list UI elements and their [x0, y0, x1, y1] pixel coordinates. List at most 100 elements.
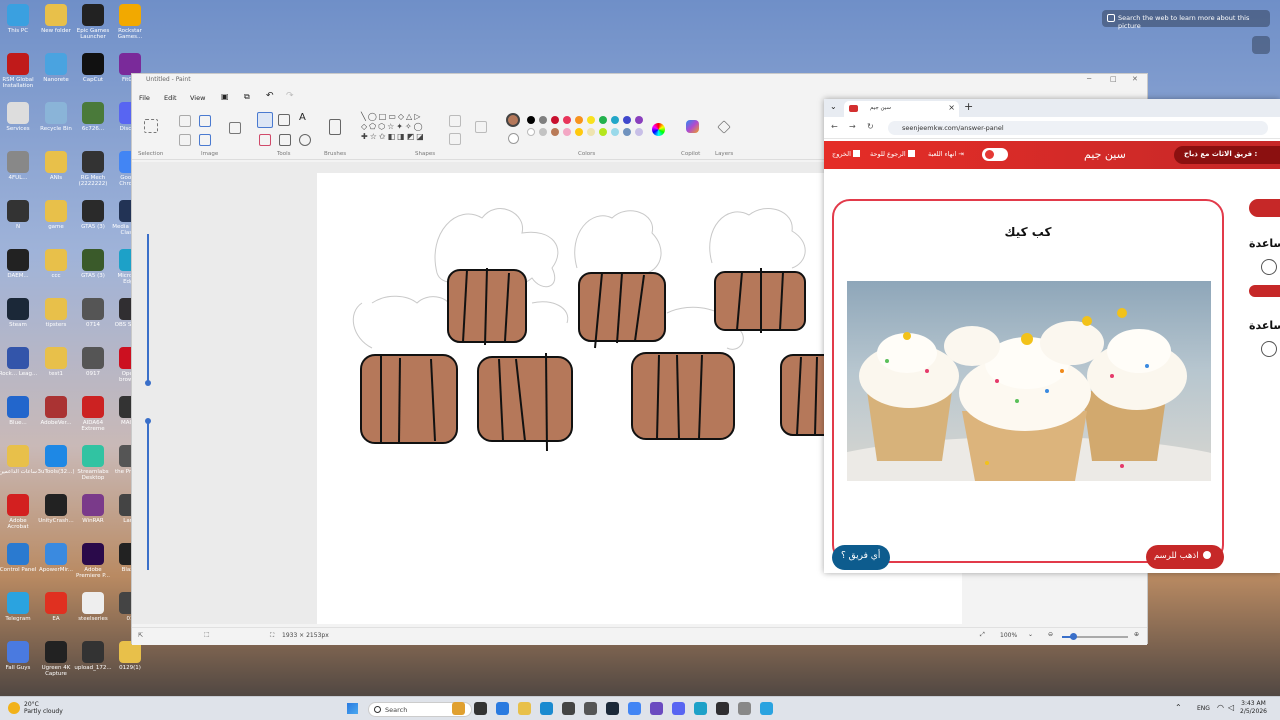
minimize-button[interactable]: ─	[1087, 75, 1091, 83]
desktop-icon[interactable]: GTA5 (3)	[73, 200, 113, 230]
desktop-icon[interactable]: game	[36, 200, 76, 230]
eraser-icon[interactable]	[259, 134, 271, 146]
resize-icon[interactable]	[199, 115, 211, 127]
fill-icon[interactable]	[278, 114, 290, 126]
menu-edit[interactable]: Edit	[164, 94, 177, 102]
palette-swatch[interactable]	[599, 128, 607, 136]
forward-icon[interactable]: →	[849, 122, 856, 131]
palette-swatch[interactable]	[587, 116, 595, 124]
desktop-icon[interactable]: 6c726...	[73, 102, 113, 132]
side-team-pill[interactable]	[1249, 199, 1280, 217]
taskbar-app-icon[interactable]	[738, 702, 751, 715]
taskbar-app-icon[interactable]	[628, 702, 641, 715]
desktop-icon[interactable]: steelseries	[73, 592, 113, 622]
desktop-icon[interactable]: Rock... Leag...	[0, 347, 38, 377]
desktop-icon[interactable]: New folder	[36, 4, 76, 34]
tab-close-icon[interactable]: ×	[948, 103, 955, 112]
palette-swatch[interactable]	[563, 116, 571, 124]
tray-chevron-icon[interactable]: ⌃	[1175, 703, 1182, 712]
desktop-icon[interactable]: Blue...	[0, 396, 38, 426]
taskbar-app-icon[interactable]	[540, 702, 553, 715]
desktop-icon[interactable]: ApowerMir...	[36, 543, 76, 573]
menu-view[interactable]: View	[190, 94, 205, 102]
desktop-icon[interactable]: Steam	[0, 298, 38, 328]
visual-search-bar[interactable]: Search the web to learn more about this …	[1102, 10, 1270, 30]
side-team-pill-2[interactable]	[1249, 285, 1280, 297]
address-bar[interactable]: seenjeemkw.com/answer-panel	[888, 121, 1268, 135]
wifi-icon[interactable]: ◠	[1217, 703, 1224, 712]
secondary-color-swatch[interactable]	[508, 133, 519, 144]
clock[interactable]: 3:43 AM 2/5/2026	[1240, 700, 1267, 716]
palette-swatch[interactable]	[611, 128, 619, 136]
zoom-slider[interactable]	[1062, 633, 1128, 640]
back-icon[interactable]: ←	[831, 122, 838, 131]
desktop-icon[interactable]: 4FUL...	[0, 151, 38, 181]
desktop-icon[interactable]: Fall Guys	[0, 641, 38, 671]
share-icon[interactable]: ⧉	[244, 92, 250, 102]
desktop-icon[interactable]: CapCut	[73, 53, 113, 83]
taskbar-app-icon[interactable]	[562, 702, 575, 715]
desktop-icon[interactable]: Telegram	[0, 592, 38, 622]
palette-swatch[interactable]	[599, 116, 607, 124]
desktop-icon[interactable]: RG Mech (2222222)	[73, 151, 113, 187]
back-to-board-link[interactable]: الرجوع للوحة	[870, 150, 915, 158]
desktop-icon[interactable]: 3uTools(32...)	[36, 445, 76, 475]
brush-size-slider[interactable]	[145, 222, 151, 642]
taskbar-app-icon[interactable]	[496, 702, 509, 715]
go-draw-button[interactable]: اذهب للرسم	[1146, 545, 1224, 569]
desktop-icon[interactable]: This PC	[0, 4, 38, 34]
taskbar-app-icon[interactable]	[672, 702, 685, 715]
desktop-icon[interactable]: Streamlabs Desktop	[73, 445, 113, 481]
desktop-icon[interactable]: 0714	[73, 298, 113, 328]
taskbar-app-icon[interactable]	[518, 702, 531, 715]
desktop-icon[interactable]: upload_172...	[73, 641, 113, 671]
desktop-icon[interactable]: RSM Global Installation	[0, 53, 38, 89]
lens-capture-button[interactable]	[1252, 36, 1270, 54]
taskbar-app-icon[interactable]	[452, 702, 465, 715]
zoom-level[interactable]: 100%	[1000, 632, 1017, 639]
start-icon[interactable]	[347, 703, 358, 714]
desktop-icon[interactable]: EA	[36, 592, 76, 622]
rotate-icon[interactable]	[199, 134, 211, 146]
desktop-icon[interactable]: DAEM...	[0, 249, 38, 279]
selection-tool[interactable]	[144, 119, 158, 133]
desktop-icon[interactable]: Services	[0, 102, 38, 132]
palette-swatch[interactable]	[635, 116, 643, 124]
outline-icon[interactable]	[449, 115, 461, 127]
palette-swatch[interactable]	[575, 116, 583, 124]
maximize-button[interactable]: □	[1110, 75, 1117, 83]
taskbar-app-icon[interactable]	[606, 702, 619, 715]
desktop-icon[interactable]: UnityCrash...	[36, 494, 76, 524]
taskbar-app-icon[interactable]	[584, 702, 597, 715]
tab-menu-icon[interactable]: ⌄	[830, 102, 837, 111]
desktop-icon[interactable]: 0129(1)	[110, 641, 150, 671]
pencil-icon[interactable]	[257, 112, 273, 128]
browser-tab[interactable]: سين جيم ×	[844, 101, 959, 117]
palette-swatch[interactable]	[611, 116, 619, 124]
palette-swatch[interactable]	[623, 116, 631, 124]
palette-swatch[interactable]	[563, 128, 571, 136]
size-icon[interactable]	[475, 121, 487, 133]
desktop-icon[interactable]: AIDA64 Extreme	[73, 396, 113, 432]
taskbar-app-icon[interactable]	[716, 702, 729, 715]
background-removal-icon[interactable]	[229, 122, 241, 134]
taskbar-app-icon[interactable]	[474, 702, 487, 715]
crop-icon[interactable]	[179, 115, 191, 127]
language-indicator[interactable]: ENG	[1197, 705, 1210, 712]
desktop-icon[interactable]: Rockstar Games...	[110, 4, 150, 40]
reload-icon[interactable]: ↻	[867, 122, 874, 131]
desktop-icon[interactable]: ccc	[36, 249, 76, 279]
palette-swatch[interactable]	[623, 128, 631, 136]
desktop-icon[interactable]: 0917	[73, 347, 113, 377]
theme-toggle[interactable]	[982, 148, 1008, 161]
color-picker-icon[interactable]	[279, 134, 291, 146]
weather-widget[interactable]: 20°C Partly cloudy	[24, 701, 63, 715]
primary-color-swatch[interactable]	[506, 113, 520, 127]
desktop-icon[interactable]: Nanorete	[36, 53, 76, 83]
magnifier-icon[interactable]	[299, 134, 311, 146]
layers-icon[interactable]	[717, 120, 731, 134]
desktop-icon[interactable]: tipsters	[36, 298, 76, 328]
palette-swatch[interactable]	[635, 128, 643, 136]
desktop-icon[interactable]: Recycle Bin	[36, 102, 76, 132]
copilot-icon[interactable]	[686, 120, 699, 133]
